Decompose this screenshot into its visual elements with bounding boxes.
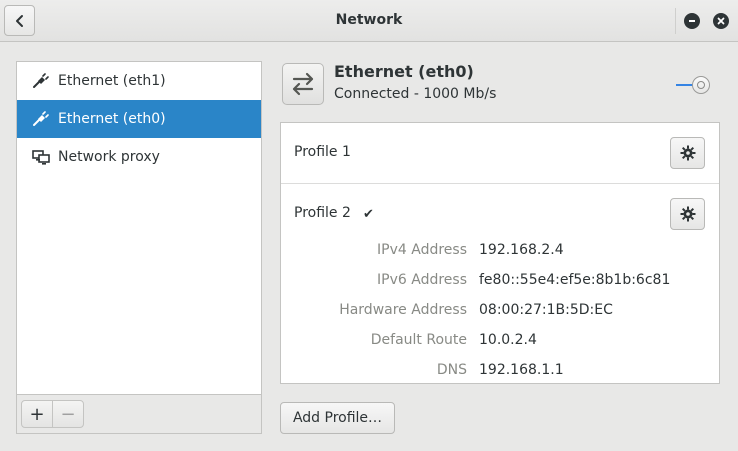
dns-value: 192.168.1.1: [479, 362, 564, 378]
profile-separator: [281, 183, 719, 184]
active-check-icon: ✔: [363, 207, 374, 222]
network-proxy-icon: [31, 149, 51, 165]
sidebar-item-eth1[interactable]: Ethernet (eth1): [17, 62, 261, 100]
profile-2-name[interactable]: Profile 2: [294, 205, 351, 221]
device-status: Connected - 1000 Mb/s: [334, 86, 497, 102]
minimize-button[interactable]: [684, 13, 700, 29]
profiles-list: Profile 1 Profile 2 ✔ IPv4 Address 192.1…: [280, 122, 720, 384]
sidebar-item-eth0[interactable]: Ethernet (eth0): [17, 100, 261, 138]
sidebar-item-label: Ethernet (eth0): [58, 111, 166, 127]
network-transfer-icon: [282, 63, 324, 105]
add-connection-button[interactable]: +: [21, 400, 53, 428]
sidebar-toolbar: + −: [17, 394, 261, 433]
ethernet-plug-icon: [31, 111, 51, 127]
connection-switch[interactable]: [692, 76, 710, 94]
profile-2-settings-button[interactable]: [670, 198, 705, 230]
header-bar: Network: [0, 0, 738, 42]
remove-connection-button[interactable]: −: [52, 400, 84, 428]
dns-label: DNS: [436, 362, 467, 378]
header-separator: [675, 8, 676, 34]
profile-1-name[interactable]: Profile 1: [294, 144, 351, 160]
ipv6-label: IPv6 Address: [377, 272, 467, 288]
hardware-address-value: 08:00:27:1B:5D:EC: [479, 302, 613, 318]
ipv4-value: 192.168.2.4: [479, 242, 564, 258]
ipv6-value: fe80::55e4:ef5e:8b1b:6c81: [479, 272, 671, 288]
default-route-value: 10.0.2.4: [479, 332, 537, 348]
sidebar-item-network-proxy[interactable]: Network proxy: [17, 138, 261, 176]
add-profile-button[interactable]: Add Profile…: [280, 402, 395, 434]
gear-icon: [680, 145, 695, 161]
ethernet-plug-icon: [31, 73, 51, 89]
minimize-icon: [689, 20, 695, 22]
ipv4-label: IPv4 Address: [377, 242, 467, 258]
close-button[interactable]: [713, 13, 729, 29]
window-title: Network: [335, 12, 403, 28]
gear-icon: [680, 206, 695, 222]
close-icon: [717, 17, 725, 25]
sidebar-item-label: Network proxy: [58, 149, 160, 165]
default-route-label: Default Route: [370, 332, 467, 348]
device-name: Ethernet (eth0): [334, 62, 474, 81]
sidebar-item-label: Ethernet (eth1): [58, 73, 166, 89]
sidebar: Ethernet (eth1) Ethernet (eth0) Network …: [16, 61, 262, 434]
profile-1-settings-button[interactable]: [670, 137, 705, 169]
hardware-address-label: Hardware Address: [339, 302, 467, 318]
